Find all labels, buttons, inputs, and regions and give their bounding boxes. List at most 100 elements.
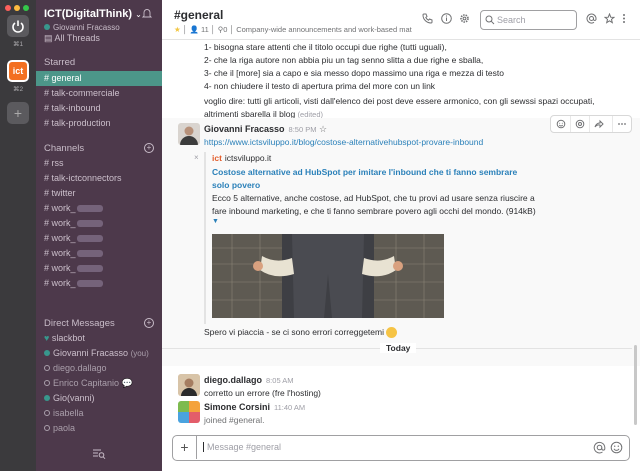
quick-switcher-icon[interactable] [92,448,106,460]
channel-topic[interactable]: Company-wide announcements and work-base… [236,25,412,34]
avatar[interactable] [178,401,200,423]
bell-icon[interactable] [142,8,152,19]
away-status-icon [44,410,50,416]
redacted-text [76,265,103,273]
maximize-window-button[interactable] [23,5,29,11]
more-vertical-icon[interactable] [622,13,626,24]
member-count[interactable]: 11 [201,25,209,34]
close-window-button[interactable] [5,5,11,11]
window-controls [5,5,29,11]
redacted-text [76,280,103,288]
sidebar-item-talk-commerciale[interactable]: # talk-commerciale [36,86,162,101]
message-line: 4- non chiudere il testo di apertura pri… [204,81,436,91]
attachment-image[interactable] [212,234,444,318]
sidebar-item-work-2[interactable]: # work_ [36,216,162,231]
team-name[interactable]: ICT(DigitalThink) ⌄ [44,8,142,20]
online-status-icon [44,24,50,30]
team-shortcut-2: ⌘2 [12,86,24,93]
message-input[interactable]: Message #general [203,442,281,452]
more-actions-icon[interactable] [612,116,631,132]
thread-icon[interactable] [570,116,589,132]
redacted-text [76,220,103,228]
emoji-icon[interactable] [610,441,623,454]
sidebar-item-talk-production[interactable]: # talk-production [36,116,162,131]
star-outline-icon[interactable] [604,13,615,24]
attachment-site[interactable]: ict ictsviluppo.it [212,153,271,163]
sidebar-item-twitter[interactable]: # twitter [36,186,162,201]
message-time[interactable]: 8:50 PM [289,125,317,134]
message-line: corretto un errore (fre l'hosting) [204,388,321,398]
avatar[interactable] [178,123,200,145]
power-icon [12,20,24,33]
threads-icon: ▤ [44,33,55,43]
star-icon[interactable]: ★ [174,25,181,34]
channels-header[interactable]: Channels [44,143,84,154]
attachment-bar [204,152,206,324]
sidebar-item-work-4[interactable]: # work_ [36,246,162,261]
message-line: 1- bisogna stare attenti che il titolo o… [204,42,447,52]
online-status-icon [44,350,50,356]
chevron-down-icon: ⌄ [135,10,142,19]
sidebar-item-talk-ictconnectors[interactable]: # talk-ictconnectors [36,171,162,186]
star-outline-icon[interactable]: ☆ [319,124,327,134]
sidebar-item-work-1[interactable]: # work_ [36,201,162,216]
message-line: 2- che la riga autore non abbia piu un t… [204,55,484,65]
message-line: joined #general. [204,415,265,425]
comment-icon: 💬 [121,378,133,388]
dm-paola[interactable]: paola [36,421,162,436]
away-status-icon [44,365,50,371]
team-tile-1[interactable] [7,15,29,37]
mentions-icon[interactable] [586,13,597,24]
channel-title[interactable]: #general [174,8,223,22]
message-author[interactable]: Simone Corsini 11:40 AM [204,402,305,412]
add-channel-button[interactable]: + [144,143,154,153]
attachment-title[interactable]: Costose alternative ad HubSpot per imita… [212,166,532,192]
message-time[interactable]: 11:40 AM [274,403,305,412]
add-team-button[interactable]: + [7,102,29,124]
message-author[interactable]: Giovanni Fracasso 8:50 PM ☆ [204,124,327,135]
all-threads[interactable]: ▤ All Threads [36,31,162,46]
dm-isabella[interactable]: isabella [36,406,162,421]
add-reaction-icon[interactable] [551,116,570,132]
sidebar-item-talk-inbound[interactable]: # talk-inbound [36,101,162,116]
caret-down-icon[interactable]: ▼ [212,218,219,225]
message-link[interactable]: https://www.ictsviluppo.it/blog/costose-… [204,137,483,147]
dm-slackbot[interactable]: ♥ slackbot [36,331,162,346]
team-tile-ict[interactable]: ict [7,60,29,82]
redacted-text [76,205,103,213]
message-actions [550,115,632,133]
sidebar-item-rss[interactable]: # rss [36,156,162,171]
share-icon[interactable] [589,116,608,132]
sidebar-item-work-5[interactable]: # work_ [36,261,162,276]
members-icon[interactable]: 👤 [190,25,199,34]
avatar[interactable] [178,374,200,396]
plus-icon: + [13,105,23,121]
dm-giovanni-fracasso[interactable]: Giovanni Fracasso (you) [36,346,162,361]
dm-diego-dallago[interactable]: diego.dallago [36,361,162,376]
sidebar-item-work-3[interactable]: # work_ [36,231,162,246]
message-author[interactable]: diego.dallago 8:05 AM [204,375,294,385]
mention-icon[interactable] [593,441,606,454]
search-input[interactable]: Search [480,10,577,30]
search-icon [485,15,495,25]
info-icon[interactable] [441,13,452,24]
direct-messages-header[interactable]: Direct Messages [44,318,115,329]
message-composer[interactable]: + Message #general [172,435,630,461]
message-time[interactable]: 8:05 AM [266,376,294,385]
close-icon[interactable]: × [194,153,199,162]
gear-icon[interactable] [459,13,470,24]
pin-count[interactable]: 0 [223,25,227,34]
sidebar-item-general[interactable]: # general [36,71,162,86]
minimize-window-button[interactable] [14,5,20,11]
add-dm-button[interactable]: + [144,318,154,328]
team-shortcut-1: ⌘1 [12,41,24,48]
attach-button[interactable]: + [173,436,197,459]
dm-giovanni[interactable]: Gio(vanni) [36,391,162,406]
dm-enrico-capitanio[interactable]: Enrico Capitanio 💬 [36,376,162,391]
heart-icon: ♥ [44,333,52,343]
phone-icon[interactable] [422,13,433,24]
starred-header: Starred [44,57,76,68]
sidebar-item-work-6[interactable]: # work_ [36,276,162,291]
scrollbar[interactable] [634,345,637,425]
day-divider-label: Today [380,343,417,353]
